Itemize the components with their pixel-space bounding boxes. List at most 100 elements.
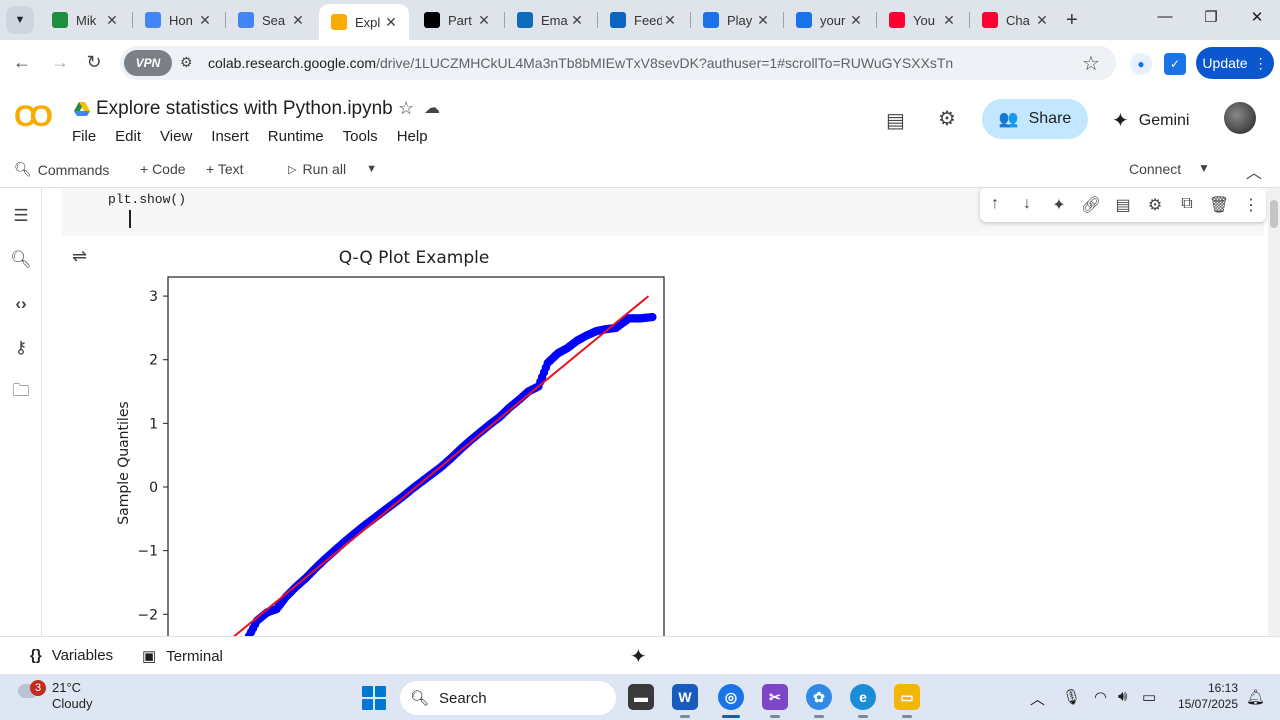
gemini-button[interactable]: ✦ Gemini — [1112, 108, 1189, 133]
menu-runtime[interactable]: Runtime — [268, 128, 324, 145]
reload-icon[interactable]: ↻ — [82, 52, 106, 73]
wifi-icon[interactable]: ◠ — [1094, 688, 1107, 706]
profile-extension-icon[interactable]: ● — [1130, 53, 1152, 75]
collapse-header-icon[interactable]: ︿ — [1246, 159, 1262, 183]
close-tab-icon[interactable]: ✕ — [1034, 12, 1050, 29]
gemini-spark-icon[interactable]: ✦ — [630, 644, 647, 669]
code-snippets-icon[interactable]: ‹› — [9, 292, 33, 316]
task-view-icon[interactable]: ▬ — [628, 684, 654, 710]
tab-search-chevron-icon[interactable]: ▼ — [6, 6, 34, 34]
minimize-icon[interactable]: — — [1152, 8, 1178, 25]
browser-tab[interactable]: Expl ✕ — [319, 4, 409, 40]
system-clock[interactable]: 16:13 15/07/2025 — [1170, 680, 1238, 712]
run-all-button[interactable]: ▷ Run all ▼ — [288, 161, 377, 177]
taskbar-search[interactable]: 🔍︎ Search — [400, 681, 616, 715]
browser-tab[interactable]: Mik ✕ — [40, 4, 130, 36]
close-tab-icon[interactable]: ✕ — [476, 12, 492, 29]
share-button[interactable]: 👥 Share — [982, 99, 1088, 139]
menu-help[interactable]: Help — [397, 128, 428, 145]
close-tab-icon[interactable]: ✕ — [941, 12, 957, 29]
star-icon[interactable]: ☆ — [398, 98, 414, 119]
cell-settings-icon[interactable]: ⚙ — [1144, 195, 1166, 215]
drive-icon[interactable] — [74, 102, 90, 116]
avatar[interactable] — [1224, 102, 1256, 134]
notebook-title[interactable]: Explore statistics with Python.ipynb — [96, 98, 393, 120]
cloud-saved-icon[interactable]: ☁ — [424, 98, 440, 118]
close-tab-icon[interactable]: ✕ — [755, 12, 771, 29]
browser-tab[interactable]: Cha ✕ — [970, 4, 1060, 36]
delete-icon[interactable]: 🗑︎ — [1208, 195, 1230, 215]
update-button[interactable]: Update ⋮ — [1196, 47, 1274, 79]
browser-tab[interactable]: Ema ✕ — [505, 4, 595, 36]
bookmark-star-icon[interactable]: ☆ — [1082, 51, 1100, 76]
add-code-button[interactable]: + Code — [140, 161, 186, 177]
scrollbar-thumb[interactable] — [1270, 200, 1278, 228]
settings-gear-icon[interactable]: ⚙ — [938, 106, 956, 131]
close-window-icon[interactable]: ✕ — [1244, 8, 1270, 26]
table-of-contents-icon[interactable]: ☰ — [9, 204, 33, 228]
close-tab-icon[interactable]: ✕ — [662, 12, 678, 29]
windows-start-icon[interactable] — [362, 686, 386, 710]
comment-icon[interactable]: ▤ — [886, 108, 905, 133]
close-tab-icon[interactable]: ✕ — [848, 12, 864, 29]
close-tab-icon[interactable]: ✕ — [197, 12, 213, 29]
vpn-badge[interactable]: VPN — [124, 50, 172, 76]
vertical-scrollbar[interactable] — [1268, 188, 1280, 636]
menu-view[interactable]: View — [160, 128, 192, 145]
browser-tab[interactable]: Feed ✕ — [598, 4, 688, 36]
variables-button[interactable]: {} Variables — [30, 647, 113, 664]
browser-tab[interactable]: Hon ✕ — [133, 4, 223, 36]
add-text-button[interactable]: + Text — [206, 161, 244, 177]
menu-tools[interactable]: Tools — [343, 128, 378, 145]
find-icon[interactable]: 🔍︎ — [9, 248, 33, 272]
commands-button[interactable]: 🔍︎ Commands — [14, 161, 109, 178]
connect-dropdown-icon[interactable]: ▼ — [1198, 161, 1210, 175]
close-tab-icon[interactable]: ✕ — [290, 12, 306, 29]
gemini-cell-icon[interactable]: ✦ — [1048, 195, 1070, 215]
browser-tab[interactable]: Play ✕ — [691, 4, 781, 36]
site-settings-icon[interactable]: ⚙ — [180, 54, 193, 71]
snipping-tool-icon[interactable]: ✂ — [762, 684, 788, 710]
word-icon[interactable]: W — [672, 684, 698, 710]
secrets-key-icon[interactable]: ⚷ — [9, 336, 33, 360]
colab-logo[interactable]: CO — [14, 100, 53, 134]
menu-edit[interactable]: Edit — [115, 128, 141, 145]
output-options-icon[interactable]: ⇌ — [72, 246, 87, 267]
chrome-icon[interactable]: ◎ — [718, 684, 744, 710]
new-tab-plus-icon[interactable]: + — [1066, 9, 1078, 32]
menu-insert[interactable]: Insert — [211, 128, 249, 145]
restore-icon[interactable]: ❐ — [1198, 8, 1224, 26]
files-folder-icon[interactable]: 🗀 — [9, 380, 33, 404]
edge-icon[interactable]: e — [850, 684, 876, 710]
more-options-icon[interactable]: ⋮ — [1240, 195, 1262, 215]
forward-arrow-icon[interactable]: → — [48, 52, 72, 73]
browser-tab[interactable]: Part ✕ — [412, 4, 502, 36]
omnibox[interactable]: VPN ⚙ colab.research.google.com/drive/1L… — [120, 46, 1116, 80]
back-arrow-icon[interactable]: ← — [10, 52, 34, 73]
move-down-icon[interactable]: ↓ — [1016, 195, 1038, 213]
browser-tab[interactable]: your ✕ — [784, 4, 874, 36]
code-cell[interactable]: plt.show() ↑ ↓ ✦ 🔗︎ ▤ ⚙ ⧉ 🗑︎ ⋮ — [62, 188, 1266, 236]
browser-tab[interactable]: Sea ✕ — [226, 4, 316, 36]
move-up-icon[interactable]: ↑ — [984, 195, 1006, 213]
close-tab-icon[interactable]: ✕ — [104, 12, 120, 29]
close-tab-icon[interactable]: ✕ — [383, 14, 399, 31]
copilot-icon[interactable]: ✿ — [806, 684, 832, 710]
volume-icon[interactable]: 🔊︎ — [1118, 688, 1127, 705]
close-tab-icon[interactable]: ✕ — [569, 12, 585, 29]
connect-button[interactable]: Connect — [1129, 161, 1181, 177]
microphone-icon[interactable]: 🎙︎ — [1062, 688, 1081, 706]
browser-tab[interactable]: You ✕ — [877, 4, 967, 36]
mirror-cell-icon[interactable]: ⧉ — [1176, 195, 1198, 213]
terminal-button[interactable]: ▣ Terminal — [142, 647, 223, 666]
comment-cell-icon[interactable]: ▤ — [1112, 195, 1134, 215]
shield-extension-icon[interactable]: ✓ — [1164, 53, 1186, 75]
menu-file[interactable]: File — [72, 128, 96, 145]
tray-overflow-chevron-icon[interactable]: ︿ — [1030, 688, 1045, 709]
url-text[interactable]: colab.research.google.com/drive/1LUCZMHC… — [208, 55, 953, 71]
link-icon[interactable]: 🔗︎ — [1080, 195, 1102, 215]
code-line[interactable]: plt.show() — [108, 192, 186, 207]
battery-icon[interactable]: ▭ — [1142, 688, 1156, 706]
run-all-dropdown-icon[interactable]: ▼ — [366, 163, 377, 175]
file-explorer-icon[interactable]: ▭ — [894, 684, 920, 710]
